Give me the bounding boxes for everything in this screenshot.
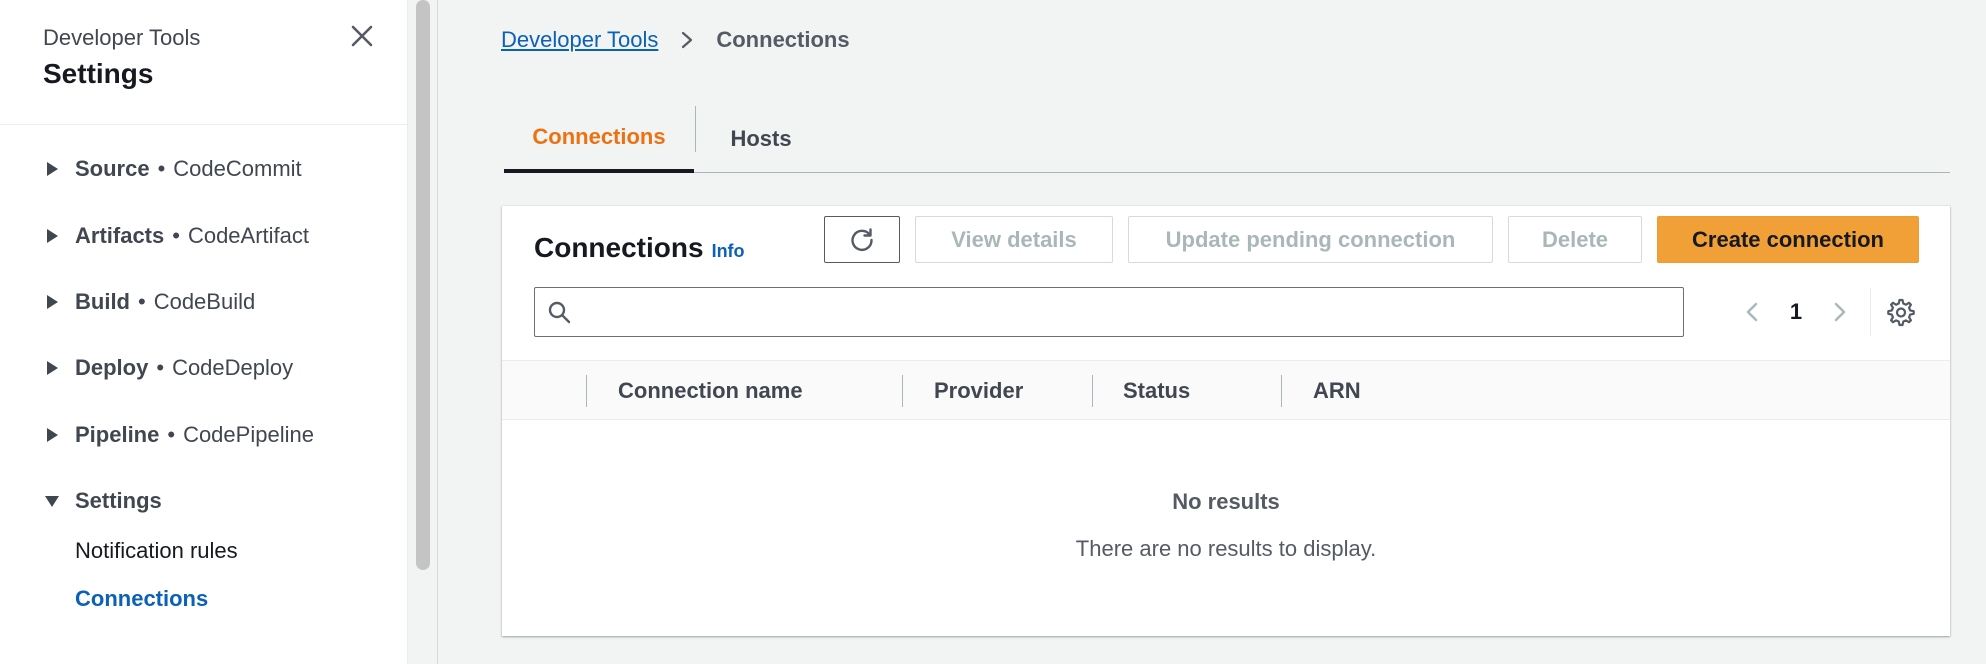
- empty-state-title: No results: [1172, 489, 1280, 514]
- sidebar-section-settings[interactable]: Settings: [43, 487, 162, 515]
- sidebar-section-service: CodeDeploy: [172, 355, 294, 380]
- sidebar-section-label: Artifacts: [75, 223, 165, 248]
- sidebar-section-label: Deploy: [75, 355, 149, 380]
- sidebar-item-notification-rules[interactable]: Notification rules: [75, 537, 238, 565]
- search-icon: [548, 301, 571, 324]
- caret-right-icon: [43, 426, 61, 444]
- sidebar-service-name: Developer Tools: [43, 25, 201, 50]
- caret-right-icon: [43, 359, 61, 377]
- gear-icon: [1887, 298, 1915, 327]
- bullet-separator: •: [157, 156, 166, 181]
- search-field[interactable]: [534, 287, 1684, 337]
- breadcrumb-developer-tools[interactable]: Developer Tools: [501, 26, 658, 54]
- sidebar-divider: [0, 124, 408, 125]
- sidebar-section-pipeline[interactable]: Pipeline • CodePipeline: [43, 421, 314, 449]
- column-header-connection-name[interactable]: Connection name: [618, 361, 803, 421]
- sidebar-item-connections[interactable]: Connections: [75, 585, 208, 613]
- next-page-button[interactable]: [1822, 294, 1858, 330]
- caret-down-icon: [43, 492, 61, 510]
- connections-table-container: Connections Info View details Update pen…: [502, 206, 1950, 636]
- side-navigation: Developer Tools Settings Source • CodeCo…: [0, 0, 408, 664]
- close-icon[interactable]: [348, 22, 376, 50]
- column-separator[interactable]: [1281, 375, 1282, 407]
- column-separator[interactable]: [902, 375, 903, 407]
- refresh-icon: [851, 227, 873, 251]
- chevron-right-icon: [1834, 302, 1846, 322]
- create-connection-button[interactable]: Create connection: [1657, 216, 1919, 263]
- page-number-button[interactable]: 1: [1770, 299, 1822, 325]
- chevron-left-icon: [1746, 302, 1758, 322]
- update-pending-connection-button[interactable]: Update pending connection: [1128, 216, 1493, 263]
- sidebar-section-service: CodeCommit: [173, 156, 302, 181]
- bullet-separator: •: [156, 355, 165, 380]
- sidebar-section-service: CodeBuild: [153, 289, 256, 314]
- sidebar-section-label: Source: [75, 156, 150, 181]
- previous-page-button[interactable]: [1734, 294, 1770, 330]
- search-input[interactable]: [581, 299, 1683, 325]
- table-preferences-button[interactable]: [1884, 296, 1916, 328]
- info-link[interactable]: Info: [712, 234, 745, 268]
- bullet-separator: •: [172, 223, 180, 248]
- caret-right-icon: [43, 293, 61, 311]
- tab-connections[interactable]: Connections: [504, 105, 694, 173]
- panel-title: Connections: [534, 232, 704, 263]
- breadcrumb-current: Connections: [716, 27, 850, 52]
- refresh-button[interactable]: [824, 216, 900, 263]
- sidebar-section-source[interactable]: Source • CodeCommit: [43, 155, 302, 183]
- sidebar-title: Settings: [43, 58, 154, 89]
- column-separator: [586, 375, 587, 407]
- bullet-separator: •: [167, 422, 176, 447]
- sidebar-section-deploy[interactable]: Deploy • CodeDeploy: [43, 354, 293, 382]
- tab-list: Connections Hosts: [504, 105, 1950, 173]
- bullet-separator: •: [138, 289, 146, 314]
- caret-right-icon: [43, 160, 61, 178]
- pagination: 1: [1734, 288, 1871, 336]
- sidebar-scrollbar-thumb[interactable]: [416, 0, 430, 570]
- sidebar-section-label: Build: [75, 289, 130, 314]
- caret-right-icon: [43, 227, 61, 245]
- delete-button[interactable]: Delete: [1508, 216, 1642, 263]
- tab-hosts[interactable]: Hosts: [696, 105, 826, 173]
- column-header-status[interactable]: Status: [1123, 361, 1190, 421]
- sidebar-section-label: Pipeline: [75, 422, 160, 447]
- sidebar-section-service: CodePipeline: [183, 422, 314, 447]
- pagination-separator: [1870, 288, 1871, 336]
- column-header-arn[interactable]: ARN: [1313, 361, 1361, 421]
- sidebar-section-service: CodeArtifact: [187, 223, 310, 248]
- sidebar-section-artifacts[interactable]: Artifacts • CodeArtifact: [43, 222, 309, 250]
- sidebar-header: Developer Tools Settings: [43, 25, 200, 91]
- sidebar-section-label: Settings: [75, 488, 162, 513]
- chevron-right-icon: [672, 26, 702, 54]
- breadcrumb: Developer Tools Connections: [501, 26, 850, 54]
- panel-header: Connections Info: [534, 231, 745, 268]
- sidebar-section-build[interactable]: Build • CodeBuild: [43, 288, 255, 316]
- view-details-button[interactable]: View details: [915, 216, 1113, 263]
- column-separator[interactable]: [1092, 375, 1093, 407]
- empty-state-description: There are no results to display.: [1075, 536, 1377, 561]
- table-header: Connection name Provider Status ARN: [502, 360, 1950, 420]
- column-header-provider[interactable]: Provider: [934, 361, 1023, 421]
